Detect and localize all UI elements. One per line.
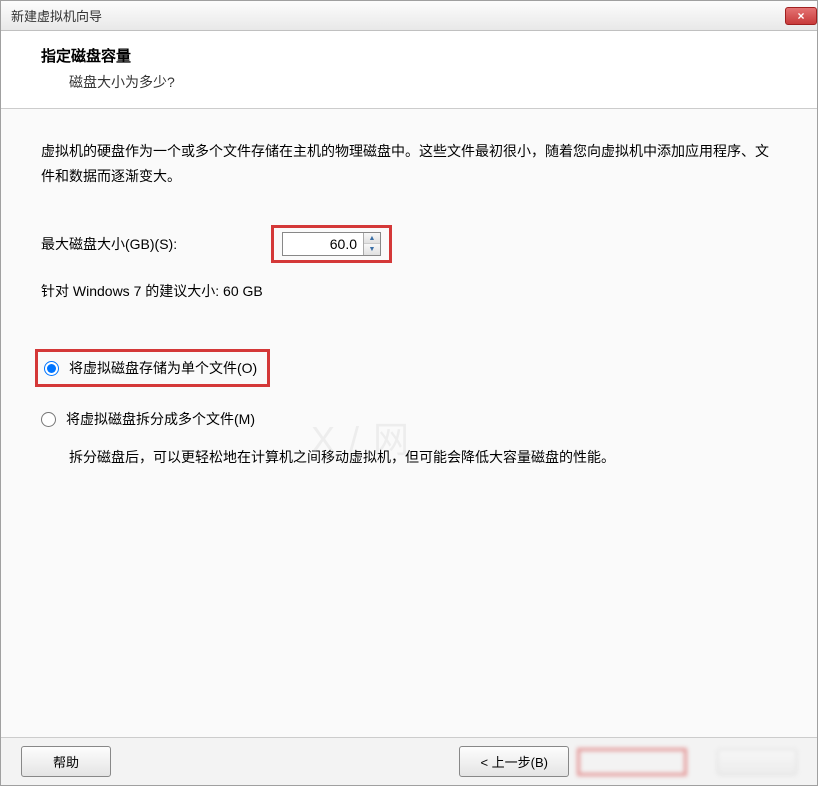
- back-button[interactable]: < 上一步(B): [459, 746, 569, 777]
- disk-size-spinner: ▲ ▼: [282, 232, 381, 256]
- header-title: 指定磁盘容量: [41, 45, 777, 66]
- radio-single-file-row: 将虚拟磁盘存储为单个文件(O): [35, 349, 270, 387]
- spinner-up-button[interactable]: ▲: [364, 233, 380, 244]
- window-title: 新建虚拟机向导: [11, 6, 102, 25]
- radio-split-files[interactable]: [41, 412, 56, 427]
- close-icon: ×: [797, 9, 804, 23]
- description-text: 虚拟机的硬盘作为一个或多个文件存储在主机的物理磁盘中。这些文件最初很小，随着您向…: [41, 139, 777, 189]
- disk-size-input[interactable]: [283, 234, 363, 254]
- disk-size-row: 最大磁盘大小(GB)(S): ▲ ▼: [41, 225, 777, 263]
- help-button[interactable]: 帮助: [21, 746, 111, 777]
- size-highlight: ▲ ▼: [271, 225, 392, 263]
- titlebar: 新建虚拟机向导 ×: [1, 1, 817, 31]
- storage-radio-group: 将虚拟磁盘存储为单个文件(O) 将虚拟磁盘拆分成多个文件(M) 拆分磁盘后，可以…: [41, 349, 777, 470]
- recommended-size-text: 针对 Windows 7 的建议大小: 60 GB: [41, 281, 777, 301]
- wizard-window: 新建虚拟机向导 × 指定磁盘容量 磁盘大小为多少? 虚拟机的硬盘作为一个或多个文…: [0, 0, 818, 786]
- wizard-content: 虚拟机的硬盘作为一个或多个文件存储在主机的物理磁盘中。这些文件最初很小，随着您向…: [1, 109, 817, 737]
- radio-split-description: 拆分磁盘后，可以更轻松地在计算机之间移动虚拟机，但可能会降低大容量磁盘的性能。: [69, 445, 777, 470]
- cancel-button-blurred[interactable]: [717, 749, 797, 775]
- radio-single-file-label[interactable]: 将虚拟磁盘存储为单个文件(O): [69, 358, 257, 378]
- header-subtitle: 磁盘大小为多少?: [69, 72, 777, 92]
- radio-split-files-label[interactable]: 将虚拟磁盘拆分成多个文件(M): [66, 409, 255, 429]
- wizard-footer: 帮助 < 上一步(B): [1, 737, 817, 785]
- next-button-highlight[interactable]: [577, 748, 687, 776]
- close-button[interactable]: ×: [785, 7, 817, 25]
- max-size-label: 最大磁盘大小(GB)(S):: [41, 234, 271, 254]
- wizard-header: 指定磁盘容量 磁盘大小为多少?: [1, 31, 817, 109]
- spinner-down-button[interactable]: ▼: [364, 244, 380, 255]
- radio-split-files-row: 将虚拟磁盘拆分成多个文件(M): [41, 409, 777, 429]
- radio-single-file[interactable]: [44, 361, 59, 376]
